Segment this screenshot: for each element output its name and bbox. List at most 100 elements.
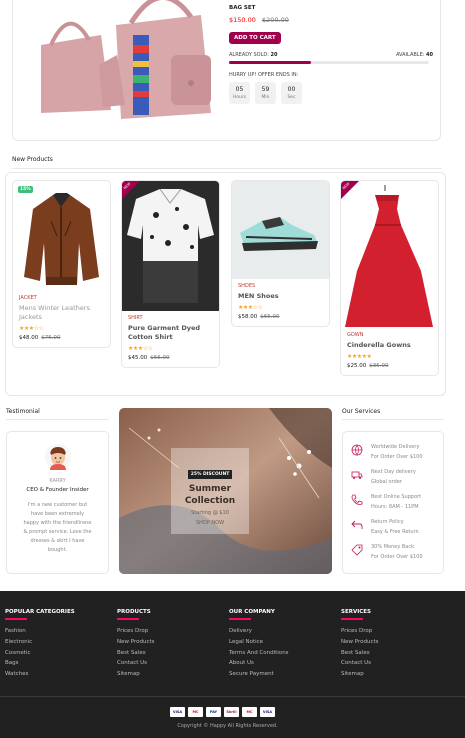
footer-link[interactable]: New Products [341,637,379,648]
countdown-timer: 05 Hours 59 Min 00 Sec [229,82,433,104]
copyright-text: Copyright © Happy All Rights Reserved. [177,723,278,729]
footer-link[interactable]: Fashion [5,626,75,637]
product-price: $45.00 $56.00 [128,355,170,361]
service-item: Next Day delivery Global order [351,467,441,489]
footer-heading: POPULAR CATEGORIES [5,609,75,615]
product-name[interactable]: Cinderella Gowns [347,341,432,350]
product-card[interactable]: 15% JACKET Mens Winter Leathers Jackets … [12,180,111,348]
mastercard-icon: MC [188,707,203,717]
services-card: Worldwide Delivery For Order Over $100 Ne… [342,431,444,574]
footer-link[interactable]: Contact Us [117,658,155,669]
summer-collection-banner[interactable]: 25% DISCOUNT Summer Collection Starting … [119,408,332,574]
footer-column-services: SERVICES Prices Drop New Products Best S… [341,609,379,680]
footer-column-products: PRODUCTS Prices Drop New Products Best S… [117,609,155,680]
available-count: AVAILABLE: 40 [395,52,433,58]
section-divider [342,419,444,420]
footer-divider [0,696,465,697]
footer-heading: OUR COMPANY [229,609,275,615]
footer-link[interactable]: Sitemap [341,669,379,680]
sold-count: ALREADY SOLD: 20 [229,52,278,58]
product-category[interactable]: SHOES [238,283,323,289]
service-item: Best Online Support Hours: 8AM - 11PM [351,492,441,514]
footer-column-company: OUR COMPANY Delivery Legal Notice Terms … [229,609,289,680]
paypal-icon: PAY [206,707,221,717]
product-category[interactable]: SHIRT [128,315,213,321]
footer-column-categories: POPULAR CATEGORIES Fashion Electronic Co… [5,609,75,680]
new-badge: NEW [341,181,359,199]
banner-title: Summer Collection [184,484,236,506]
avatar [44,444,71,470]
section-divider [6,419,109,420]
shop-now-link[interactable]: SHOP NOW [171,520,249,526]
footer-link[interactable]: Secure Payment [229,669,289,680]
product-name[interactable]: Mens Winter Leathers Jackets [19,304,104,322]
product-card[interactable]: NEW SHIRT Pure Garment Dyed Cotton Shirt… [121,180,220,368]
footer-link[interactable]: Bags [5,658,75,669]
rating-stars: ★★★☆☆ [128,345,153,352]
product-image-shirt[interactable]: NEW [122,181,219,311]
visa-icon: VISA [170,707,185,717]
offer-ends-label: HURRY UP! OFFER ENDS IN: [229,72,299,78]
footer-link[interactable]: Electronic [5,637,75,648]
deal-of-day-card: BAG SET $150.00 $200.00 ADD TO CART ALRE… [12,0,441,141]
visa-electron-icon: VISA [260,707,275,717]
testimonial-name: KARRY [49,478,66,484]
footer-link[interactable]: Best Sales [341,648,379,659]
product-image-shoes[interactable] [232,181,329,279]
tag-icon [351,544,363,556]
rating-stars: ★★★☆☆ [238,304,263,311]
footer-link[interactable]: Delivery [229,626,289,637]
footer-heading: SERVICES [341,609,372,615]
product-name[interactable]: Pure Garment Dyed Cotton Shirt [128,324,213,342]
footer-link[interactable]: About Us [229,658,289,669]
footer-link[interactable]: Best Sales [117,648,155,659]
footer-link[interactable]: Prices Drop [341,626,379,637]
deal-product-name[interactable]: BAG SET [229,5,433,11]
services-heading: Our Services [342,408,381,415]
heading-underline [117,618,139,620]
deal-price: $150.00 $200.00 [229,16,433,24]
maestro-icon: MC [242,707,257,717]
testimonial-quote: I'm a new customer but have been extreme… [23,502,92,553]
heading-underline [5,618,27,620]
bag-set-image[interactable] [21,0,221,125]
countdown-minutes: 59 Min [255,82,276,104]
footer-link[interactable]: Sitemap [117,669,155,680]
footer-link[interactable]: Prices Drop [117,626,155,637]
product-category[interactable]: GOWN [347,332,432,338]
stock-row: ALREADY SOLD: 20 AVAILABLE: 40 [229,52,433,58]
new-badge: NEW [122,181,140,199]
deal-price-old: $200.00 [261,16,289,24]
product-card[interactable]: NEW GOWN Cinderella Gowns ★★★★★ $25.00 $3… [340,180,439,376]
deal-price-new: $150.00 [229,16,256,24]
rating-stars: ★★★☆☆ [19,325,44,332]
product-image-gown[interactable]: NEW [341,181,438,328]
payment-methods: VISA MC PAY Skrill MC VISA [170,707,275,717]
testimonial-role: CEO & Founder Insider [26,487,89,493]
product-image-jacket[interactable]: 15% [13,181,110,291]
footer-link[interactable]: Watches [5,669,75,680]
phone-icon [351,494,363,505]
service-item: Worldwide Delivery For Order Over $100 [351,442,441,464]
rating-stars: ★★★★★ [347,353,372,360]
service-item: Return Policy Easy & Free Return [351,517,441,539]
product-card[interactable]: SHOES MEN Shoes ★★★☆☆ $58.00 $65.00 [231,180,330,327]
footer-link[interactable]: Terms And Conditions [229,648,289,659]
add-to-cart-button[interactable]: ADD TO CART [229,32,281,44]
footer-link[interactable]: Contact Us [341,658,379,669]
skrill-icon: Skrill [224,707,239,717]
testimonial-card: KARRY CEO & Founder Insider I'm a new cu… [6,431,109,574]
service-item: 30% Money Back For Order Over $100 [351,542,441,564]
footer-link[interactable]: Cosmetic [5,648,75,659]
countdown-hours: 05 Hours [229,82,250,104]
deal-info: BAG SET $150.00 $200.00 ADD TO CART ALRE… [229,5,433,104]
discount-label: 25% DISCOUNT [187,470,233,479]
new-products-heading: New Products [12,156,53,163]
section-divider [12,168,442,169]
testimonial-heading: Testimonial [6,408,40,415]
product-category[interactable]: JACKET [19,295,104,301]
banner-subtitle: Starting @ $10 [191,510,229,516]
footer-link[interactable]: New Products [117,637,155,648]
footer-link[interactable]: Legal Notice [229,637,289,648]
product-name[interactable]: MEN Shoes [238,292,323,301]
